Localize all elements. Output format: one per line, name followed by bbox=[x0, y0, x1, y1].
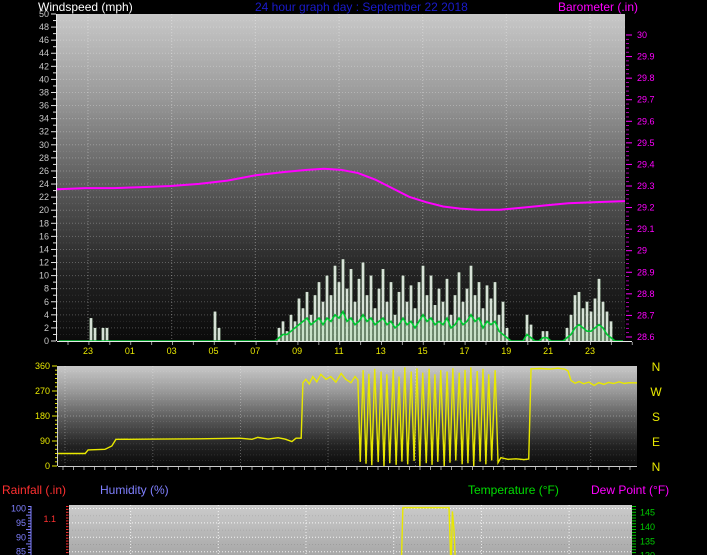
svg-text:07: 07 bbox=[250, 346, 260, 356]
svg-text:21: 21 bbox=[543, 346, 553, 356]
compass-labels: NWSEN bbox=[650, 360, 662, 474]
svg-text:180: 180 bbox=[35, 411, 50, 421]
svg-text:32: 32 bbox=[39, 127, 49, 137]
svg-text:44: 44 bbox=[39, 48, 49, 58]
svg-text:90: 90 bbox=[16, 532, 26, 542]
svg-text:17: 17 bbox=[459, 346, 469, 356]
svg-text:29.7: 29.7 bbox=[637, 95, 655, 105]
svg-text:270: 270 bbox=[35, 386, 50, 396]
svg-text:18: 18 bbox=[39, 218, 49, 228]
svg-text:S: S bbox=[652, 410, 660, 424]
temperature-section-label: Temperature (°F) bbox=[468, 483, 559, 497]
svg-text:28.6: 28.6 bbox=[637, 332, 655, 342]
svg-text:N: N bbox=[652, 360, 661, 374]
svg-text:28: 28 bbox=[39, 153, 49, 163]
svg-text:42: 42 bbox=[39, 61, 49, 71]
svg-text:E: E bbox=[652, 435, 660, 449]
svg-text:29.9: 29.9 bbox=[637, 52, 655, 62]
temperature-axis-labels: 145 140 135 130 bbox=[640, 508, 655, 555]
svg-text:29.1: 29.1 bbox=[637, 224, 655, 234]
svg-text:8: 8 bbox=[44, 284, 49, 294]
svg-text:6: 6 bbox=[44, 297, 49, 307]
svg-text:19: 19 bbox=[501, 346, 511, 356]
svg-text:130: 130 bbox=[640, 551, 655, 555]
direction-axis-labels: 360 270 180 90 0 bbox=[35, 361, 50, 471]
svg-text:46: 46 bbox=[39, 35, 49, 45]
humidity-axis-labels: 100 95 90 85 bbox=[11, 504, 26, 555]
svg-text:N: N bbox=[652, 460, 661, 474]
svg-text:W: W bbox=[650, 385, 662, 399]
windspeed-axis-labels: 5048464442403836343230282624222018161412… bbox=[39, 9, 49, 346]
svg-text:20: 20 bbox=[39, 205, 49, 215]
dew-point-section-label: Dew Point (°F) bbox=[591, 483, 670, 497]
svg-text:03: 03 bbox=[167, 346, 177, 356]
rainfall-axis-labels: 1.1 bbox=[43, 514, 56, 524]
svg-text:100: 100 bbox=[11, 504, 26, 514]
svg-text:360: 360 bbox=[35, 361, 50, 371]
svg-text:40: 40 bbox=[39, 74, 49, 84]
svg-text:29.3: 29.3 bbox=[637, 181, 655, 191]
svg-text:09: 09 bbox=[292, 346, 302, 356]
wind-direction-chart: 360270180900NWSEN bbox=[35, 360, 662, 474]
svg-text:36: 36 bbox=[39, 101, 49, 111]
svg-text:4: 4 bbox=[44, 310, 49, 320]
svg-text:28.8: 28.8 bbox=[637, 289, 655, 299]
temp-humidity-chart-partial: 100 95 90 85 1.1 145 140 135 130 bbox=[11, 504, 655, 555]
plot-background bbox=[57, 14, 625, 341]
svg-text:34: 34 bbox=[39, 114, 49, 124]
svg-text:13: 13 bbox=[376, 346, 386, 356]
svg-text:0: 0 bbox=[45, 461, 50, 471]
svg-text:12: 12 bbox=[39, 258, 49, 268]
svg-text:28.9: 28.9 bbox=[637, 267, 655, 277]
svg-text:26: 26 bbox=[39, 166, 49, 176]
svg-text:145: 145 bbox=[640, 508, 655, 518]
svg-text:11: 11 bbox=[334, 346, 343, 356]
svg-text:48: 48 bbox=[39, 22, 49, 32]
svg-text:24: 24 bbox=[39, 179, 49, 189]
svg-text:85: 85 bbox=[16, 547, 26, 555]
svg-text:23: 23 bbox=[585, 346, 595, 356]
svg-text:29.2: 29.2 bbox=[637, 203, 655, 213]
svg-text:95: 95 bbox=[16, 518, 26, 528]
svg-text:14: 14 bbox=[39, 244, 49, 254]
svg-text:90: 90 bbox=[40, 436, 50, 446]
svg-text:1.1: 1.1 bbox=[43, 514, 56, 524]
svg-text:10: 10 bbox=[39, 271, 49, 281]
svg-text:28.7: 28.7 bbox=[637, 310, 655, 320]
svg-text:15: 15 bbox=[418, 346, 428, 356]
barometer-axis-labels: 30 29.9 29.8 29.7 29.6 29.5 29.4 29.3 29.2 29.1 29… bbox=[626, 30, 655, 342]
windspeed-barometer-chart: 5048464442403836343230282624222018161412… bbox=[39, 9, 655, 356]
svg-text:38: 38 bbox=[39, 87, 49, 97]
svg-text:23: 23 bbox=[83, 346, 93, 356]
svg-text:29: 29 bbox=[637, 246, 647, 256]
svg-text:16: 16 bbox=[39, 231, 49, 241]
svg-text:2: 2 bbox=[44, 323, 49, 333]
svg-text:50: 50 bbox=[39, 9, 49, 19]
svg-text:29.5: 29.5 bbox=[637, 138, 655, 148]
svg-text:30: 30 bbox=[39, 140, 49, 150]
svg-text:0: 0 bbox=[44, 336, 49, 346]
svg-text:29.4: 29.4 bbox=[637, 159, 655, 169]
hour-axis-labels: 23 01 03 05 07 09 11 13 15 17 19 21 23 bbox=[83, 346, 595, 356]
svg-text:01: 01 bbox=[125, 346, 135, 356]
svg-text:29.8: 29.8 bbox=[637, 73, 655, 83]
svg-text:22: 22 bbox=[39, 192, 49, 202]
svg-text:140: 140 bbox=[640, 522, 655, 532]
humidity-section-label: Humidity (%) bbox=[100, 483, 169, 497]
svg-text:135: 135 bbox=[640, 536, 655, 546]
weather-24h-graph-screen: Windspeed (mph) 24 hour graph day : Sept… bbox=[0, 0, 707, 555]
rainfall-section-label: Rainfall (.in) bbox=[2, 483, 67, 497]
charts-canvas: 5048464442403836343230282624222018161412… bbox=[11, 9, 662, 555]
svg-text:30: 30 bbox=[637, 30, 647, 40]
svg-text:05: 05 bbox=[208, 346, 218, 356]
svg-text:29.6: 29.6 bbox=[637, 116, 655, 126]
